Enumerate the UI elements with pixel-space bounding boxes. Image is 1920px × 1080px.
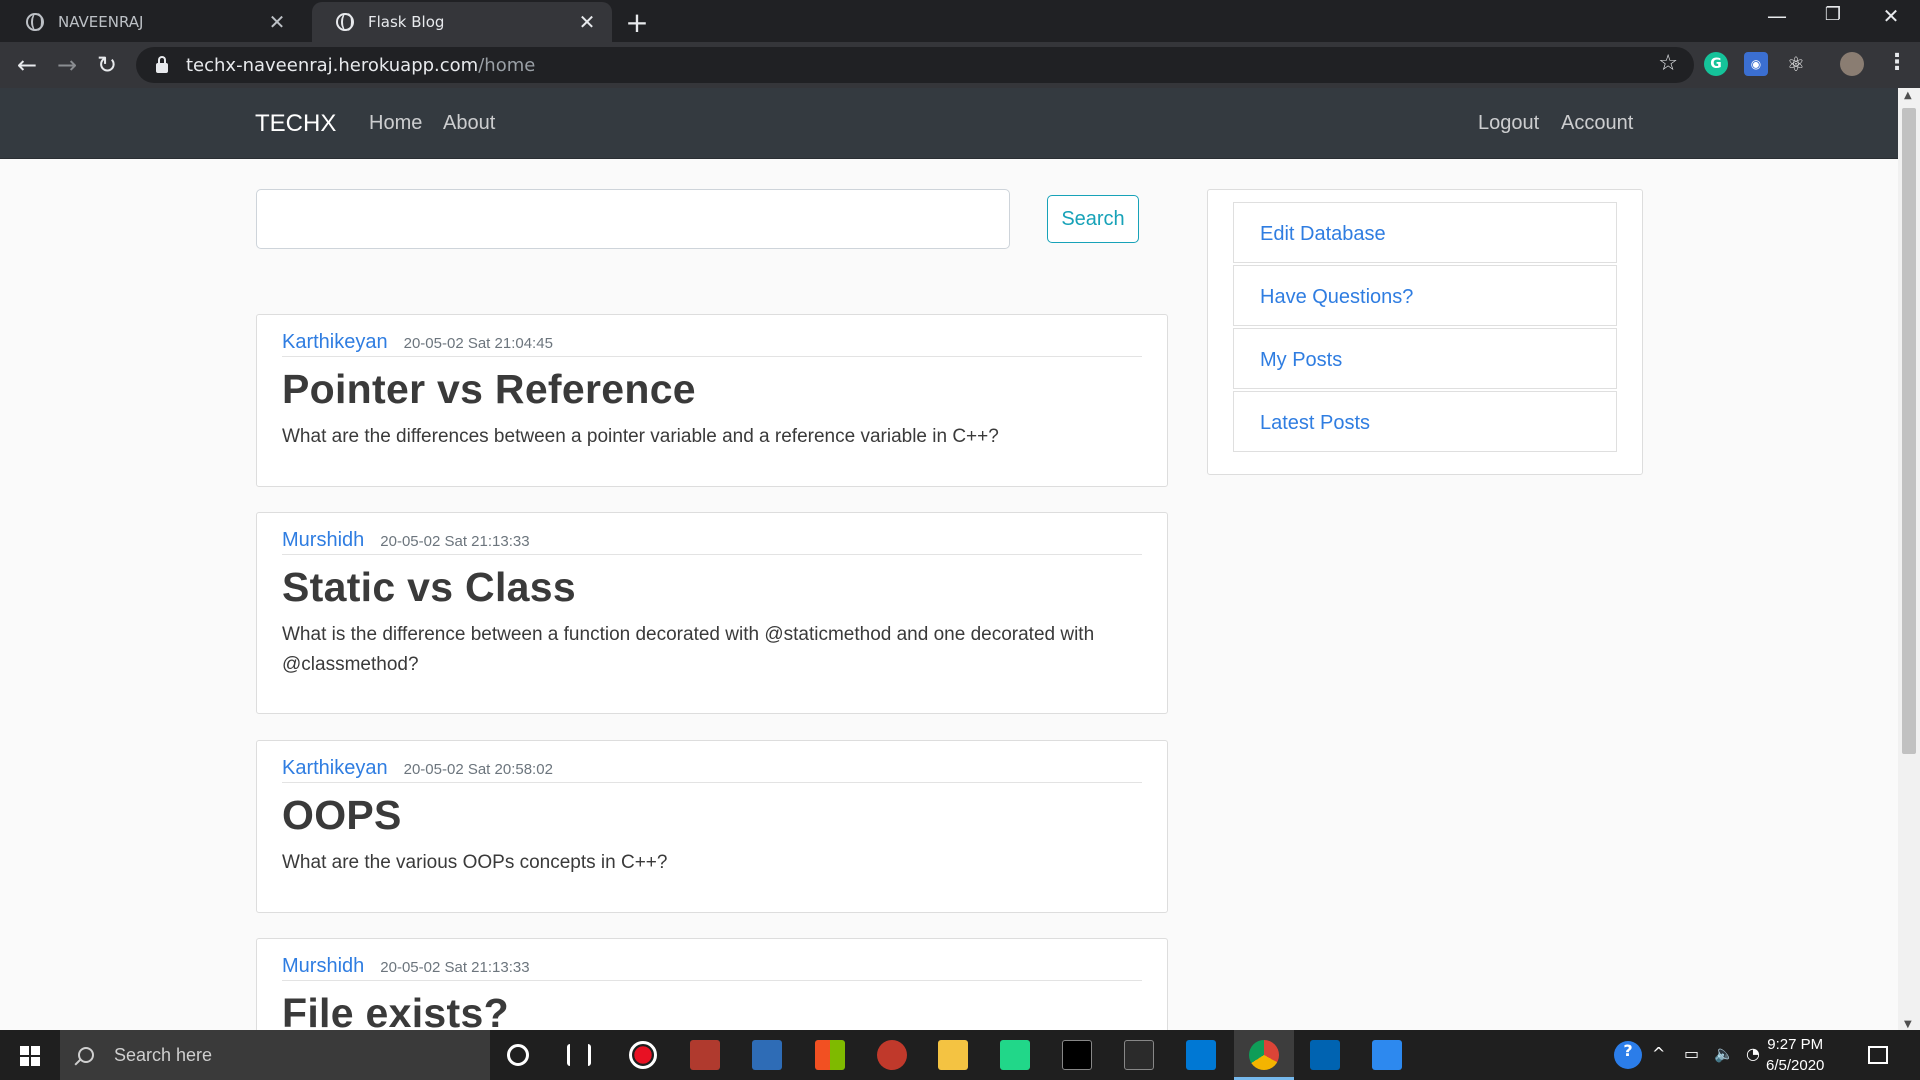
post-author-link[interactable]: Karthikeyan (282, 331, 388, 354)
post-card: Karthikeyan 20-05-02 Sat 21:04:45 Pointe… (256, 314, 1168, 487)
scrollbar-thumb[interactable] (1902, 108, 1916, 754)
taskbar-search-box[interactable]: Search here (60, 1030, 490, 1080)
post-date: 20-05-02 Sat 21:13:33 (380, 959, 530, 976)
page-scrollbar[interactable]: ▲ ▼ (1898, 88, 1920, 1030)
forward-icon[interactable]: → (52, 50, 82, 80)
minimize-icon[interactable]: — (1752, 4, 1802, 28)
post-content: What is the difference between a functio… (282, 624, 1095, 675)
browser-toolbar: ← → ↻ techx-naveenraj.herokuapp.com/home… (0, 42, 1920, 88)
close-tab-icon[interactable]: ✕ (266, 12, 288, 32)
windows-taskbar: Search here ? ^ ▭ 🔈 ◔ 9:27 PM 6/5/2020 (0, 1030, 1920, 1080)
notifications-icon[interactable] (1868, 1046, 1888, 1064)
search-icon (78, 1047, 94, 1063)
react-extension-icon[interactable]: ⚛ (1784, 52, 1808, 76)
post-date: 20-05-02 Sat 20:58:02 (403, 761, 553, 778)
page-viewport: TECHX Home About Logout Account Search K… (0, 88, 1898, 1030)
cortana-icon[interactable] (507, 1044, 529, 1066)
taskbar-search-placeholder: Search here (114, 1044, 213, 1065)
chevron-up-icon[interactable]: ^ (1652, 1044, 1665, 1063)
scroll-up-icon[interactable]: ▲ (1904, 90, 1912, 101)
taskbar-clock[interactable]: 9:27 PM 6/5/2020 (1766, 1034, 1824, 1076)
file-explorer-icon[interactable] (938, 1040, 968, 1070)
post-title-link[interactable]: Static vs Class (282, 564, 1142, 610)
tab-title: Flask Blog (368, 13, 445, 31)
post-author-link[interactable]: Murshidh (282, 955, 364, 978)
post-meta: Murshidh 20-05-02 Sat 21:13:33 (282, 529, 1142, 555)
sidebar-item-latest-posts[interactable]: Latest Posts (1233, 391, 1617, 452)
browser-tab-strip: NAVEENRAJ ✕ Flask Blog ✕ + — ❐ ✕ (0, 0, 1920, 42)
restore-icon[interactable]: ❐ (1808, 4, 1858, 25)
photos-icon[interactable] (1372, 1040, 1402, 1070)
close-window-icon[interactable]: ✕ (1866, 4, 1916, 28)
post-title-link[interactable]: Pointer vs Reference (282, 366, 1142, 412)
post-date: 20-05-02 Sat 21:04:45 (403, 335, 553, 352)
volume-icon[interactable]: 🔈 (1714, 1044, 1734, 1063)
globe-icon (26, 13, 44, 31)
tab-title: NAVEENRAJ (58, 13, 144, 31)
post-date: 20-05-02 Sat 21:13:33 (380, 533, 530, 550)
clock-time: 9:27 PM (1767, 1036, 1824, 1053)
app-icon[interactable] (877, 1040, 907, 1070)
terminal-icon[interactable] (1124, 1040, 1154, 1070)
post-meta: Murshidh 20-05-02 Sat 21:13:33 (282, 955, 1142, 981)
chrome-taskbar-button[interactable] (1234, 1030, 1294, 1080)
address-bar[interactable]: techx-naveenraj.herokuapp.com/home ☆ (136, 47, 1694, 83)
sidebar-panel: Edit Database Have Questions? My Posts L… (1207, 189, 1643, 475)
browser-tab-active[interactable]: Flask Blog ✕ (312, 2, 612, 42)
globe-icon (336, 13, 354, 31)
app-icon[interactable] (815, 1040, 845, 1070)
scroll-down-icon[interactable]: ▼ (1904, 1019, 1912, 1030)
post-card: Murshidh 20-05-02 Sat 21:13:33 Static vs… (256, 512, 1168, 714)
task-view-icon[interactable] (567, 1044, 591, 1066)
post-author-link[interactable]: Karthikeyan (282, 757, 388, 780)
sidebar-item-edit-database[interactable]: Edit Database (1233, 202, 1617, 263)
search-button[interactable]: Search (1047, 195, 1139, 243)
site-navbar: TECHX Home About Logout Account (0, 88, 1898, 159)
nav-logout-link[interactable]: Logout (1478, 112, 1539, 135)
close-tab-icon[interactable]: ✕ (576, 12, 598, 32)
clock-date: 6/5/2020 (1766, 1057, 1825, 1074)
reload-icon[interactable]: ↻ (92, 50, 122, 80)
nav-account-link[interactable]: Account (1561, 112, 1633, 135)
post-card: Karthikeyan 20-05-02 Sat 20:58:02 OOPS W… (256, 740, 1168, 913)
browser-tab[interactable]: NAVEENRAJ ✕ (2, 2, 302, 42)
nav-about-link[interactable]: About (443, 112, 495, 135)
terminal-icon[interactable] (1062, 1040, 1092, 1070)
site-brand[interactable]: TECHX (255, 110, 336, 138)
url-text: techx-naveenraj.herokuapp.com/home (186, 55, 535, 76)
sidebar-item-my-posts[interactable]: My Posts (1233, 328, 1617, 389)
app-icon[interactable] (690, 1040, 720, 1070)
post-title-link[interactable]: File exists? (282, 990, 1142, 1030)
virtualbox-icon[interactable] (752, 1040, 782, 1070)
lock-icon (156, 56, 168, 73)
help-icon[interactable]: ? (1614, 1041, 1642, 1069)
post-content: What are the differences between a point… (282, 426, 999, 447)
record-app-icon[interactable] (629, 1041, 657, 1069)
url-host: techx-naveenraj.herokuapp.com (186, 54, 479, 76)
post-title-link[interactable]: OOPS (282, 792, 1142, 838)
grammarly-extension-icon[interactable]: G (1704, 52, 1728, 76)
camera-extension-icon[interactable]: ◉ (1744, 52, 1768, 76)
bookmark-star-icon[interactable]: ☆ (1658, 51, 1678, 76)
battery-icon[interactable]: ▭ (1684, 1044, 1699, 1063)
chrome-icon (1249, 1040, 1279, 1070)
url-path: /home (478, 54, 536, 76)
profile-avatar[interactable] (1840, 52, 1864, 76)
new-tab-button[interactable]: + (622, 6, 652, 39)
post-author-link[interactable]: Murshidh (282, 529, 364, 552)
sidebar-item-have-questions[interactable]: Have Questions? (1233, 265, 1617, 326)
back-icon[interactable]: ← (12, 50, 42, 80)
post-content: What are the various OOPs concepts in C+… (282, 852, 668, 873)
nav-home-link[interactable]: Home (369, 112, 422, 135)
pycharm-icon[interactable] (1000, 1040, 1030, 1070)
post-meta: Karthikeyan 20-05-02 Sat 20:58:02 (282, 757, 1142, 783)
post-card: Murshidh 20-05-02 Sat 21:13:33 File exis… (256, 938, 1168, 1030)
post-meta: Karthikeyan 20-05-02 Sat 21:04:45 (282, 331, 1142, 357)
browser-menu-icon[interactable]: ⋮ (1886, 50, 1908, 75)
search-input[interactable] (256, 189, 1010, 249)
wifi-icon[interactable]: ◔ (1746, 1044, 1760, 1063)
app-icon[interactable] (1310, 1040, 1340, 1070)
vscode-icon[interactable] (1186, 1040, 1216, 1070)
windows-start-icon[interactable] (20, 1046, 40, 1066)
